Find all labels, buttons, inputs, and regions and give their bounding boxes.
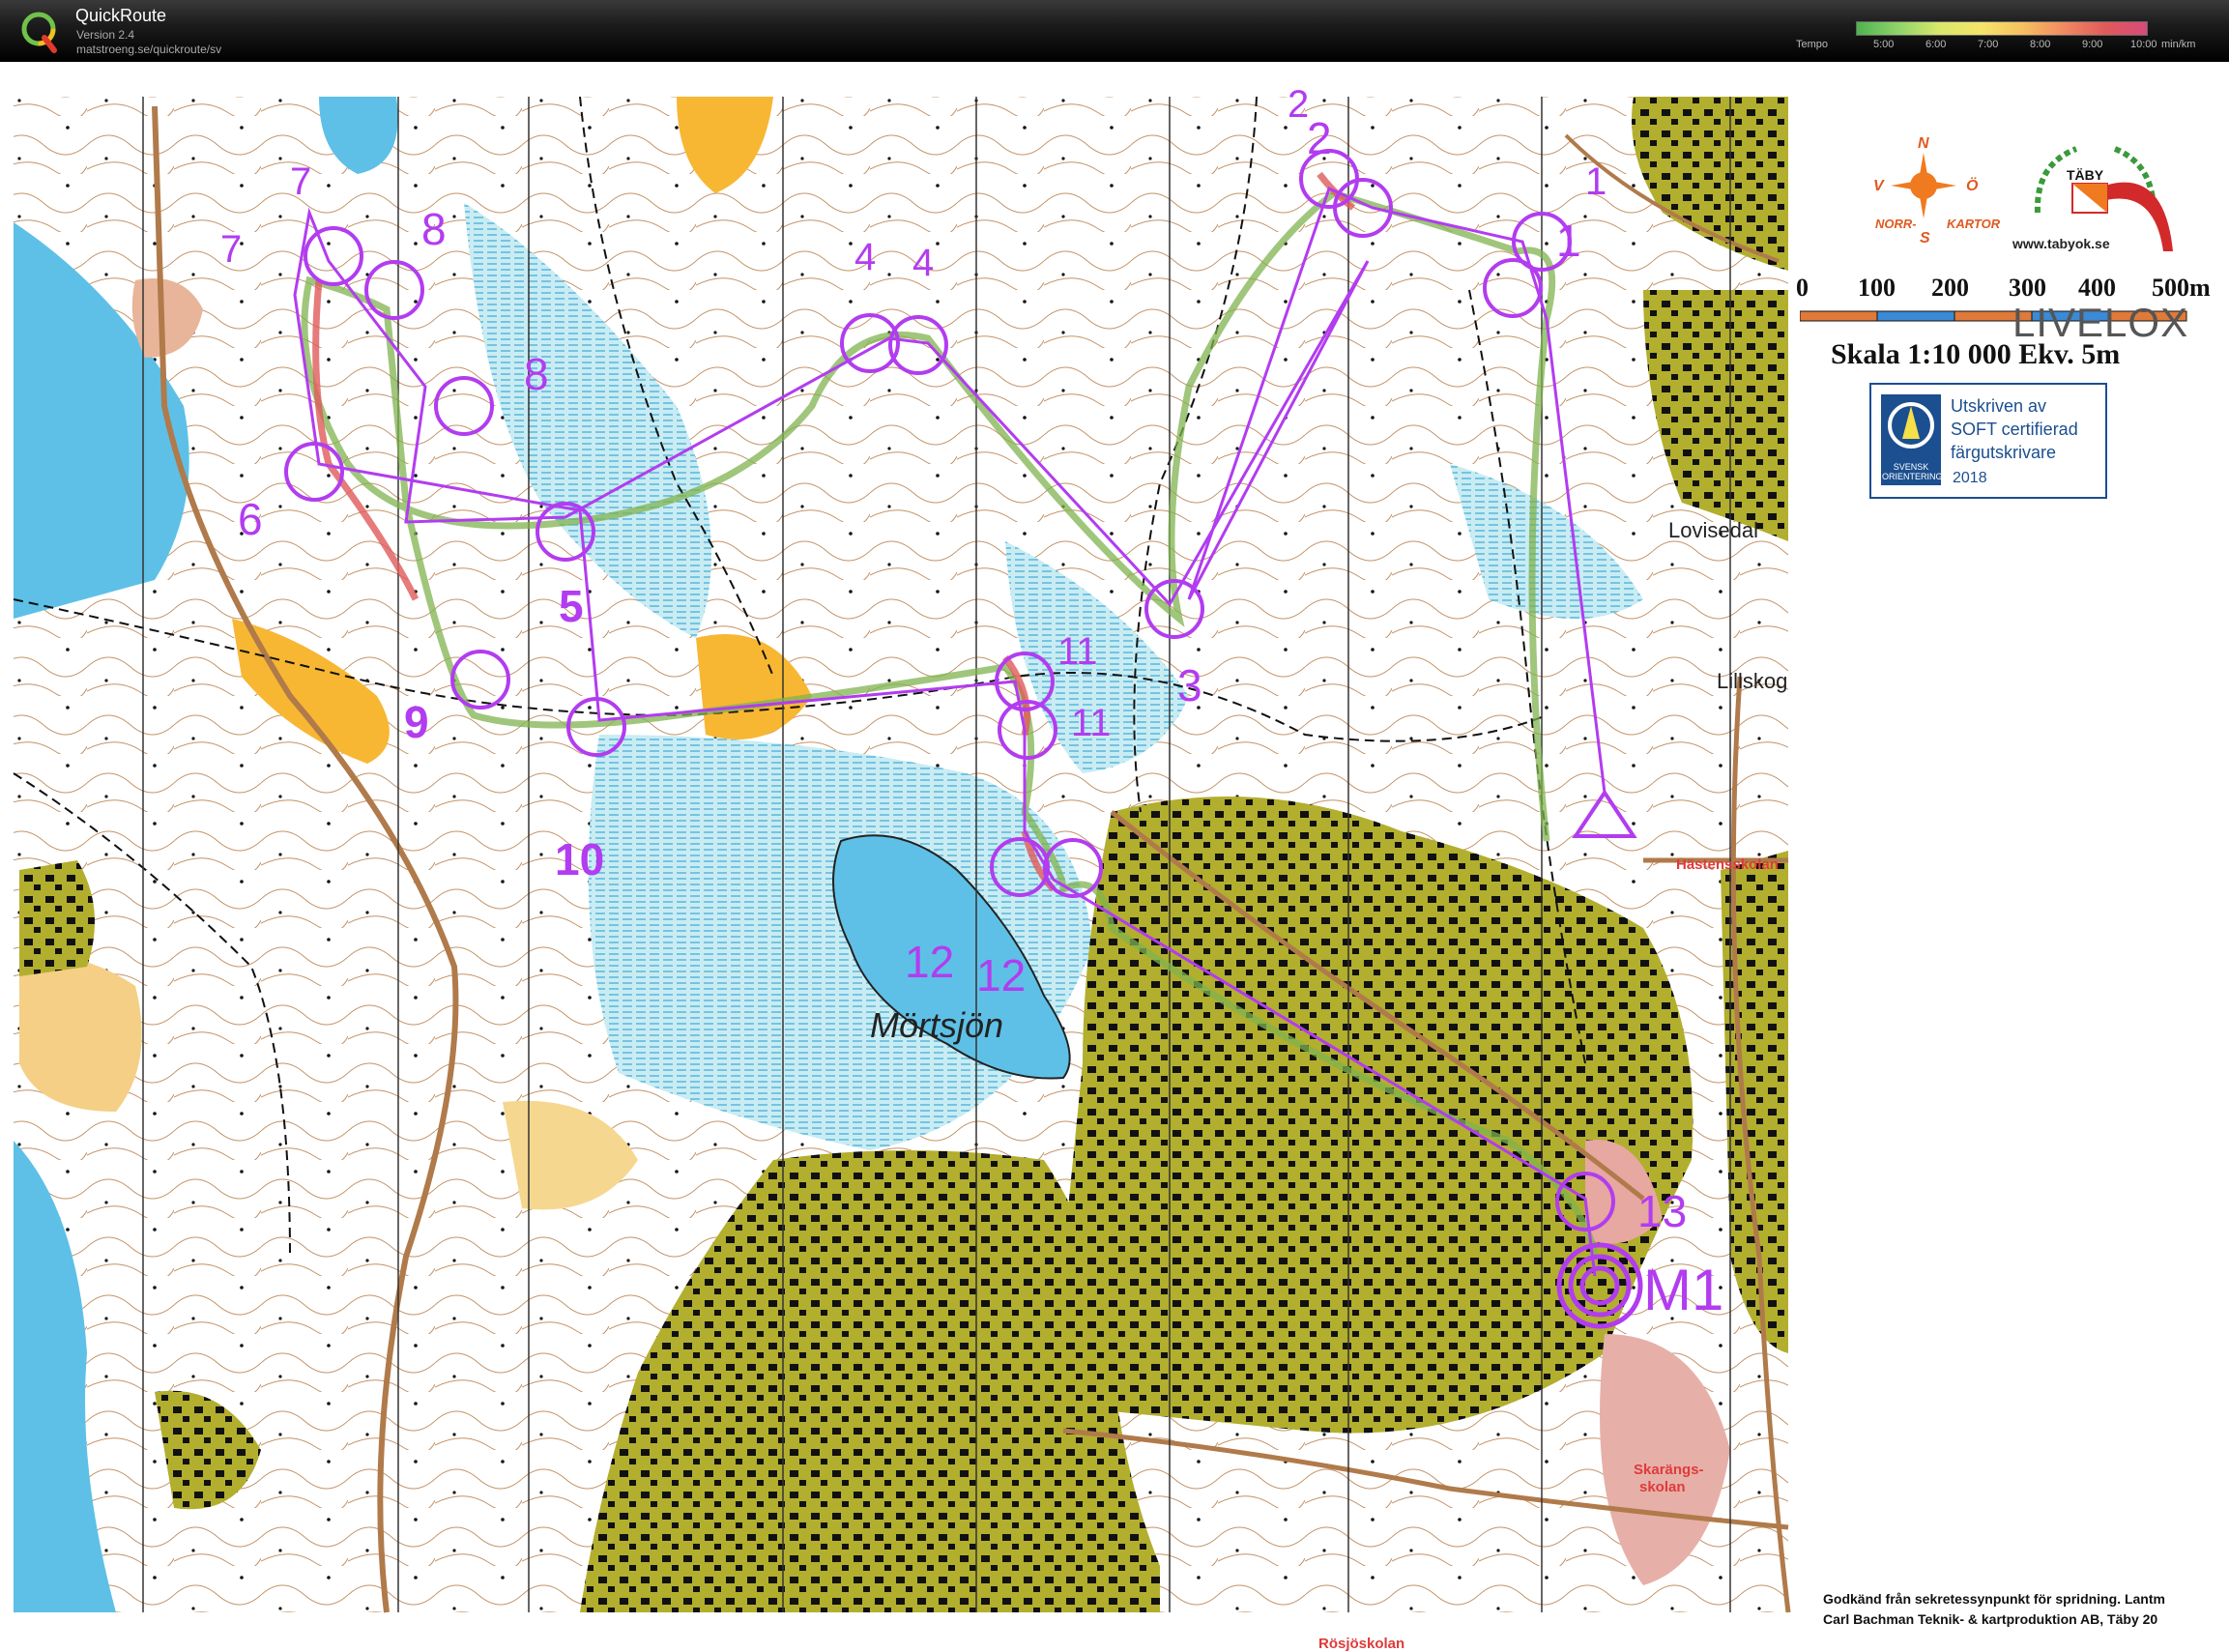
- quickroute-logo-icon: [21, 12, 57, 53]
- scale-number: 400: [2078, 274, 2116, 302]
- soft-line3: färgutskrivare: [1951, 443, 2057, 462]
- soft-badge-text: SVENSK ORIENTERING: [1882, 462, 1943, 481]
- tabyok-logo-icon: TÄBY: [2034, 146, 2173, 251]
- school-name: skolan: [1639, 1479, 1686, 1495]
- club-name: TÄBY: [2067, 167, 2104, 183]
- soft-line2: SOFT certifierad: [1951, 420, 2078, 439]
- control-number-12: 12: [905, 937, 955, 987]
- control-number-2: 2: [1307, 113, 1332, 163]
- control-number-9: 9: [404, 697, 429, 747]
- residential-area: [19, 860, 95, 976]
- soft-year: 2018: [1953, 470, 1987, 486]
- tempo-tick: 9:00: [2082, 39, 2103, 50]
- scale-number: 200: [1931, 274, 1969, 302]
- control-number-12: 12: [976, 950, 1027, 1000]
- control-number-13: 13: [1637, 1186, 1688, 1236]
- control-number-1: 1: [1556, 216, 1581, 266]
- scale-number: 0: [1796, 274, 1809, 302]
- tempo-legend: Tempo 5:00 6:00 7:00 8:00 9:00 10:00 min…: [1796, 21, 2202, 56]
- control-number-11: 11: [1071, 702, 1112, 744]
- school-name: Rösjöskolan: [1318, 1636, 1405, 1652]
- control-number-4: 4: [912, 242, 935, 284]
- tempo-tick: 10:00: [2130, 39, 2157, 50]
- compass-needle-icon: [1888, 402, 1934, 449]
- control-number-7: 7: [220, 228, 243, 271]
- tempo-tick: 8:00: [2030, 39, 2051, 50]
- soft-line1: Utskriven av: [1951, 396, 2047, 416]
- tempo-unit: min/km: [2161, 39, 2196, 50]
- map-viewport[interactable]: 1 1 2 2 3 4 4 5 6 7 7 8 8 9 10 11 11 12 …: [0, 62, 2229, 1652]
- scale-number: 100: [1858, 274, 1896, 302]
- scale-text: Skala 1:10 000 Ekv. 5m: [1831, 338, 2121, 370]
- control-number-8: 8: [524, 349, 549, 399]
- footer-line1: Godkänd från sekretessynpunkt för spridn…: [1823, 1591, 2165, 1607]
- control-number-7: 7: [290, 160, 312, 203]
- compass-left-text: NORR-: [1875, 217, 1917, 231]
- compass-v: V: [1873, 178, 1884, 194]
- tempo-tick: 7:00: [1978, 39, 1999, 50]
- svensk-orientering-badge-icon: SVENSK ORIENTERING: [1881, 394, 1943, 485]
- control-number-8: 8: [421, 204, 447, 254]
- tempo-tick: 6:00: [1925, 39, 1947, 50]
- app-url: matstroeng.se/quickroute/sv: [76, 43, 222, 56]
- control-number-3: 3: [1177, 660, 1202, 710]
- compass-s: S: [1920, 230, 1930, 246]
- control-number-2: 2: [1288, 83, 1310, 126]
- place-name: Lovisedal: [1668, 518, 1758, 542]
- tempo-tick: 5:00: [1873, 39, 1895, 50]
- school-name: Hästensskolan: [1676, 856, 1779, 873]
- control-number-10: 10: [555, 834, 605, 884]
- finish-label-m1: M1: [1643, 1258, 1724, 1322]
- tempo-gradient-bar: [1856, 21, 2148, 36]
- app-version: Version 2.4: [76, 28, 135, 42]
- place-name: Lillskog: [1717, 669, 1788, 693]
- compass-logo: N S V Ö NORR- KARTOR: [1866, 135, 2003, 257]
- control-number-1: 1: [1585, 160, 1607, 203]
- footer-line2: Carl Bachman Teknik- & kartproduktion AB…: [1823, 1611, 2158, 1627]
- soft-certification-box: SVENSK ORIENTERING Utskriven av SOFT cer…: [1869, 383, 2107, 499]
- control-number-6: 6: [238, 494, 263, 544]
- control-number-11: 11: [1057, 630, 1098, 673]
- app-titlebar: QuickRoute Version 2.4 matstroeng.se/qui…: [0, 0, 2229, 62]
- lake-name: Mörtsjön: [870, 1005, 1004, 1045]
- scale-number: 300: [2009, 274, 2046, 302]
- compass-o: Ö: [1966, 178, 1979, 194]
- compass-right-text: KARTOR: [1947, 217, 2001, 231]
- compass-n: N: [1918, 135, 1929, 152]
- club-url: www.tabyok.se: [2012, 236, 2110, 251]
- scale-number: 500m: [2152, 274, 2211, 302]
- school-name: Skarängs-: [1634, 1462, 1704, 1478]
- control-number-4: 4: [854, 236, 877, 278]
- tempo-label: Tempo: [1796, 39, 1829, 50]
- compass-rose-icon: [1891, 153, 1956, 218]
- control-number-5: 5: [559, 581, 584, 631]
- app-title: QuickRoute: [75, 6, 167, 25]
